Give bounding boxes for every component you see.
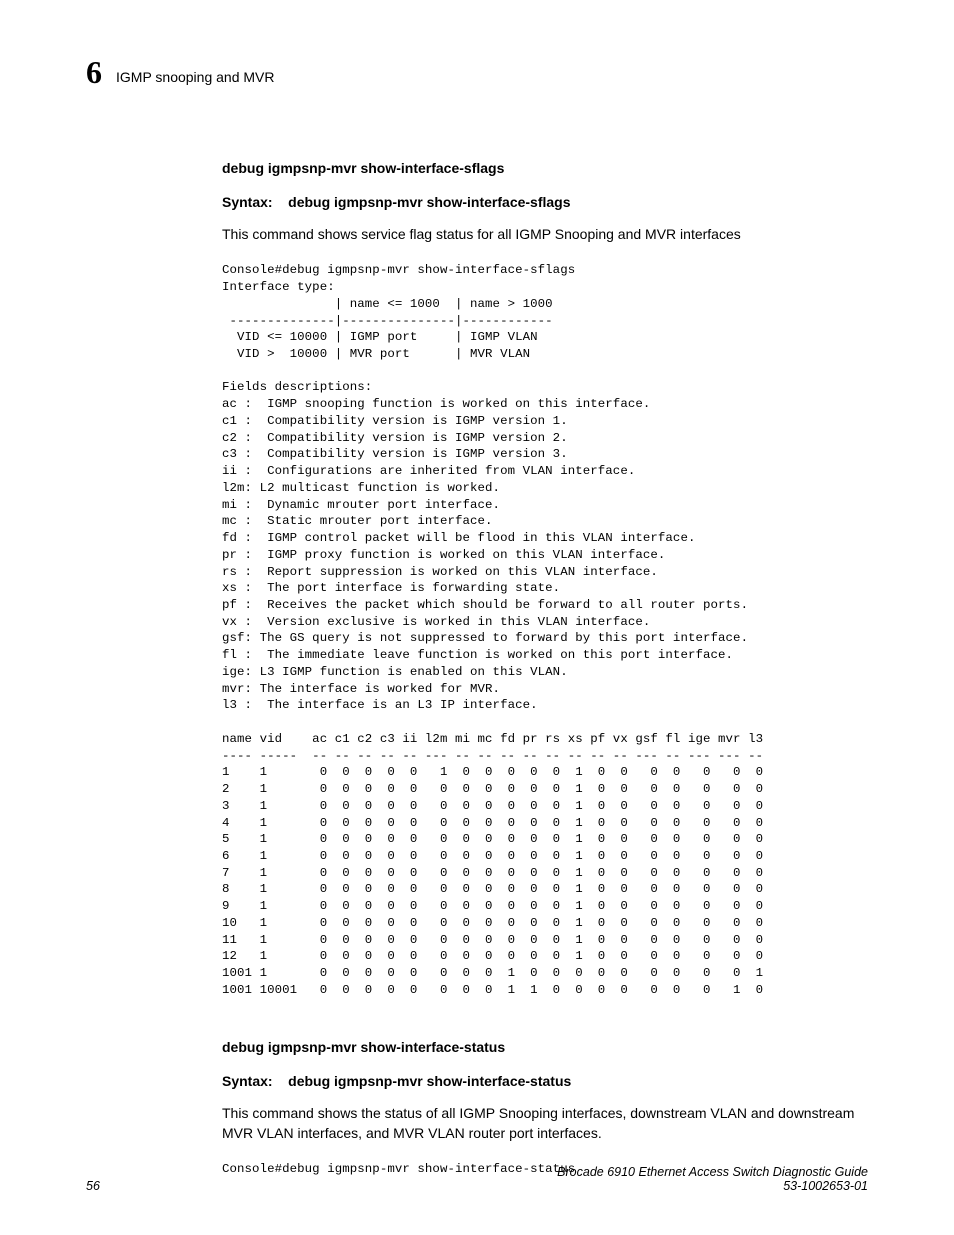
page: 6 IGMP snooping and MVR debug igmpsnp-mv… xyxy=(0,0,954,1235)
syntax-line: Syntax: debug igmpsnp-mvr show-interface… xyxy=(222,194,864,210)
page-content: debug igmpsnp-mvr show-interface-sflags … xyxy=(222,160,864,1178)
page-number: 56 xyxy=(86,1179,100,1193)
syntax-label: Syntax: xyxy=(222,1073,273,1089)
page-footer: 56 Brocade 6910 Ethernet Access Switch D… xyxy=(86,1165,868,1193)
console-output: Console#debug igmpsnp-mvr show-interface… xyxy=(222,262,864,998)
page-header: 6 IGMP snooping and MVR xyxy=(86,56,868,88)
command-heading: debug igmpsnp-mvr show-interface-sflags xyxy=(222,160,864,176)
syntax-label: Syntax: xyxy=(222,194,273,210)
doc-number: 53-1002653-01 xyxy=(557,1179,868,1193)
syntax-command: debug igmpsnp-mvr show-interface-sflags xyxy=(288,194,570,210)
command-heading: debug igmpsnp-mvr show-interface-status xyxy=(222,1039,864,1055)
chapter-number: 6 xyxy=(86,56,102,88)
command-description: This command shows service flag status f… xyxy=(222,224,864,244)
syntax-line: Syntax: debug igmpsnp-mvr show-interface… xyxy=(222,1073,864,1089)
spacer xyxy=(222,999,864,1039)
chapter-title: IGMP snooping and MVR xyxy=(116,69,275,88)
footer-meta: Brocade 6910 Ethernet Access Switch Diag… xyxy=(557,1165,868,1193)
command-description: This command shows the status of all IGM… xyxy=(222,1103,864,1144)
doc-title: Brocade 6910 Ethernet Access Switch Diag… xyxy=(557,1165,868,1179)
syntax-command: debug igmpsnp-mvr show-interface-status xyxy=(288,1073,571,1089)
